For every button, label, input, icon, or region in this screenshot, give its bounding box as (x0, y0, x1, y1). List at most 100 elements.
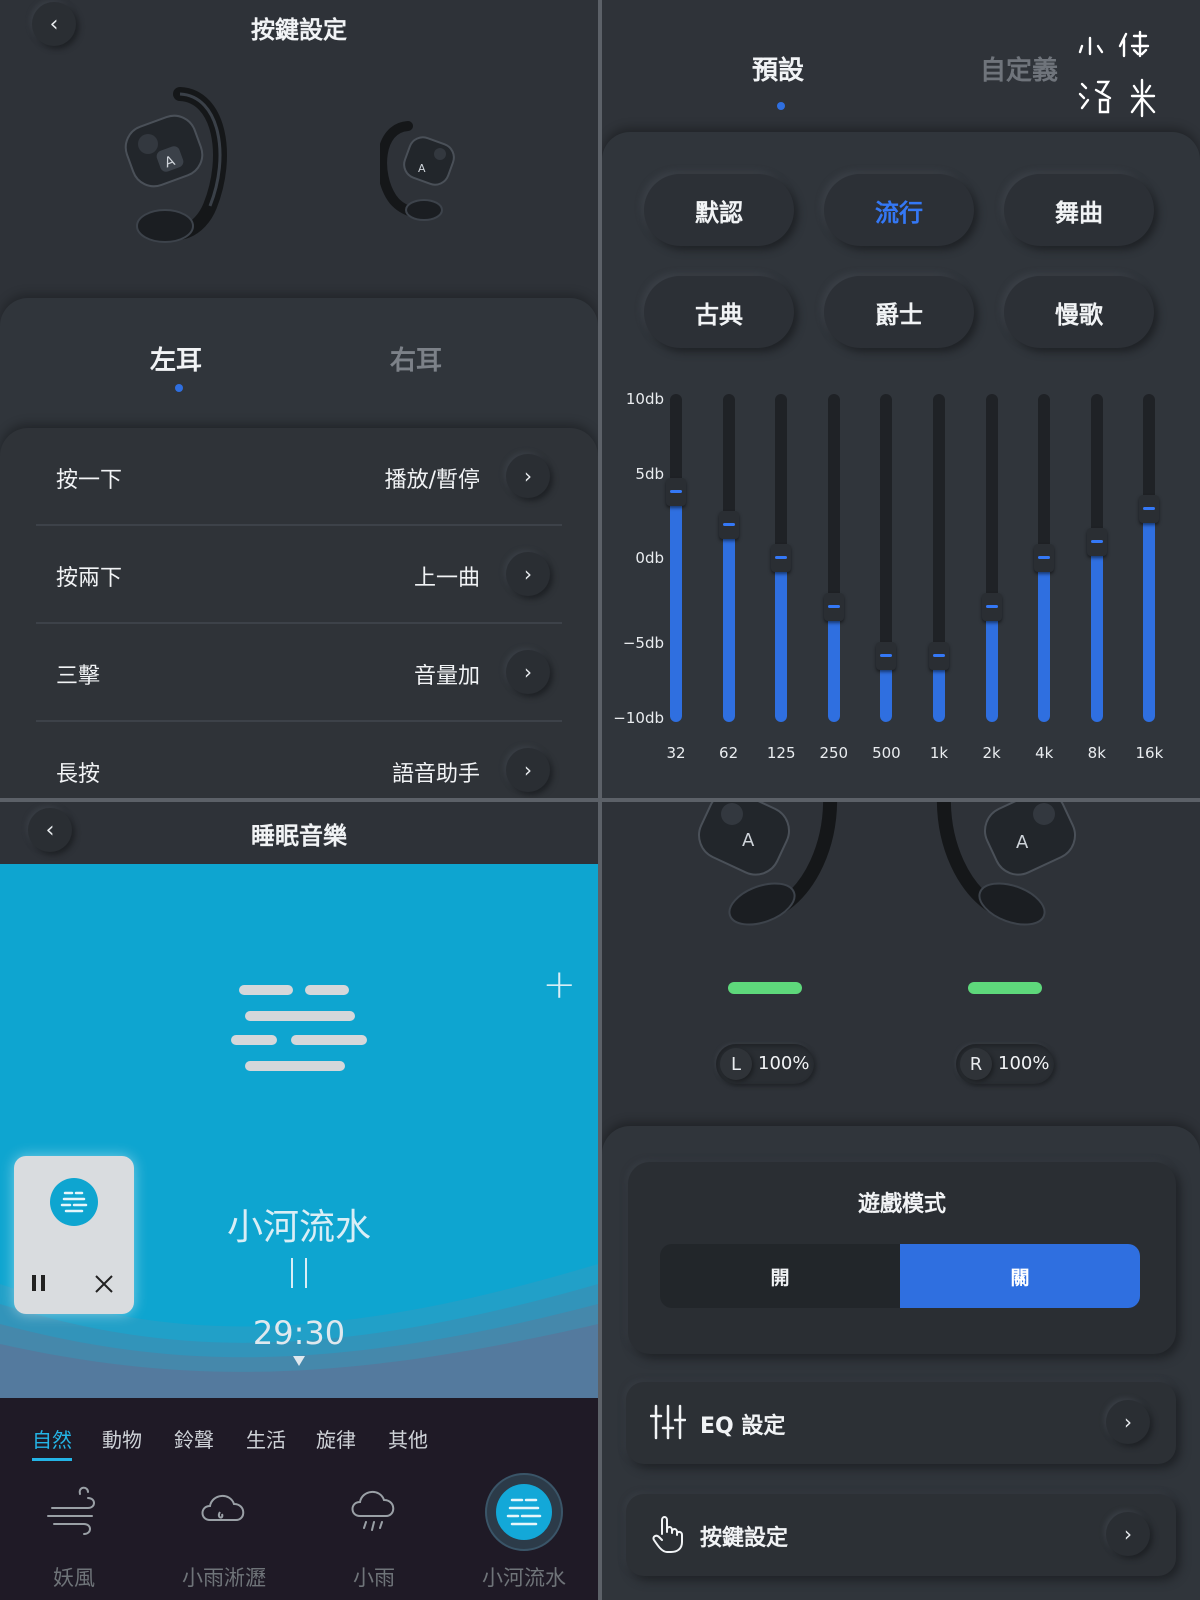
preset-default[interactable]: 默認 (644, 174, 794, 246)
side-badge: L (720, 1048, 752, 1080)
category-tab[interactable]: 自然 (32, 1424, 72, 1453)
active-tab-dot (175, 384, 183, 392)
chevron-right-button[interactable]: › (506, 748, 550, 792)
key-settings-label: 按鍵設定 (700, 1526, 789, 1551)
game-mode-on-option[interactable]: 開 (660, 1244, 900, 1308)
chevron-right-button[interactable]: › (1106, 1400, 1150, 1444)
chevron-right-icon: › (524, 464, 532, 488)
sound-item[interactable] (164, 1468, 284, 1546)
drizzle-cloud-icon (201, 1495, 245, 1521)
chevron-right-icon: › (1124, 1410, 1132, 1434)
wind-icon (47, 1486, 95, 1535)
stream-icon (50, 1178, 98, 1226)
key-settings-item[interactable]: 按鍵設定 › (626, 1494, 1176, 1576)
tab-preset[interactable]: 預設 (752, 50, 804, 87)
key-actions-list: 按一下 播放/暫停 › 按兩下 上一曲 › 三擊 音量加 › 長按 語音助手 › (0, 428, 598, 798)
page-title: 按鍵設定 (251, 16, 347, 44)
sound-item[interactable] (14, 1468, 134, 1546)
preset-pop[interactable]: 流行 (824, 174, 974, 246)
tab-right-ear[interactable]: 右耳 (390, 340, 442, 377)
eq-slider-knob[interactable] (1086, 527, 1107, 556)
eq-slider-knob[interactable] (666, 478, 686, 507)
sliders-icon (650, 1404, 686, 1440)
category-tab[interactable]: 旋律 (316, 1424, 356, 1453)
eq-slider-knob[interactable] (876, 642, 897, 671)
eq-settings-item[interactable]: EQ 設定 › (626, 1382, 1176, 1464)
chevron-right-icon: › (1124, 1522, 1132, 1546)
key-action-value: 語音助手 (391, 762, 480, 787)
controls-panel: 遊戲模式 開 關 EQ 設定 › 按鍵設定 › (602, 1126, 1200, 1600)
stream-icon (231, 985, 367, 1071)
eq-slider-fill (670, 492, 682, 722)
category-tab[interactable]: 生活 (246, 1424, 286, 1453)
close-icon[interactable] (94, 1274, 114, 1294)
db-label: −10db (613, 709, 664, 727)
sound-label: 妖風 (53, 1566, 95, 1590)
svg-text:A: A (418, 162, 426, 175)
preset-classical[interactable]: 古典 (644, 276, 794, 348)
category-tab[interactable]: 其他 (388, 1424, 428, 1453)
freq-label: 500 (872, 744, 901, 762)
right-battery-indicator: R 100% (956, 1044, 1054, 1084)
chevron-right-icon: › (524, 562, 532, 586)
key-action-value: 上一曲 (413, 566, 480, 591)
eq-slider-knob[interactable] (1139, 494, 1160, 523)
eq-slider-knob[interactable] (771, 544, 792, 572)
sleep-music-header: ‹ 睡眠音樂 (0, 802, 598, 864)
tab-custom[interactable]: 自定義 (980, 50, 1058, 87)
key-action-row[interactable]: 按兩下 上一曲 › (36, 526, 562, 624)
eq-settings-label: EQ 設定 (700, 1414, 786, 1439)
eq-slider-fill (1090, 541, 1103, 722)
eq-slider-fill (827, 607, 840, 722)
stream-icon (485, 1473, 563, 1551)
freq-label: 2k (982, 744, 1001, 762)
right-earbud-image: A (936, 802, 1076, 926)
battery-value: 100% (758, 1053, 810, 1074)
eq-slider-knob[interactable] (981, 593, 1002, 622)
pause-icon[interactable] (30, 1274, 48, 1292)
chevron-right-icon: › (524, 660, 532, 684)
eq-slider-knob[interactable] (823, 593, 844, 622)
eq-slider-knob[interactable] (1034, 544, 1055, 572)
tab-left-ear[interactable]: 左耳 (150, 340, 202, 377)
caret-down-icon[interactable] (293, 1356, 305, 1366)
preset-ballad[interactable]: 慢歌 (1004, 276, 1154, 348)
chevron-right-button[interactable]: › (506, 650, 550, 694)
sound-label: 小雨淅瀝 (182, 1566, 266, 1590)
pause-button[interactable] (288, 1256, 310, 1294)
right-earbud-image: A (380, 121, 455, 221)
eq-slider-knob[interactable] (718, 511, 739, 540)
svg-text:A: A (742, 830, 755, 851)
preset-dance[interactable]: 舞曲 (1004, 174, 1154, 246)
key-action-row[interactable]: 按一下 播放/暫停 › (36, 428, 562, 526)
sleep-timer[interactable]: 29:30 (0, 1314, 598, 1352)
mini-player-card[interactable] (14, 1156, 134, 1314)
key-action-row[interactable]: 長按 語音助手 › (36, 722, 562, 798)
active-category-underline (32, 1458, 72, 1461)
chevron-right-button[interactable]: › (1106, 1512, 1150, 1556)
freq-label: 62 (719, 744, 739, 762)
category-tab[interactable]: 動物 (102, 1424, 142, 1453)
rain-cloud-icon (351, 1491, 395, 1531)
battery-value: 100% (998, 1053, 1050, 1074)
svg-text:A: A (1016, 832, 1029, 853)
key-action-row[interactable]: 三擊 音量加 › (36, 624, 562, 722)
sound-item[interactable] (314, 1468, 434, 1546)
chevron-right-button[interactable]: › (506, 454, 550, 498)
eq-slider-knob[interactable] (929, 642, 949, 671)
db-label: 5db (635, 465, 664, 483)
left-battery-bar (728, 982, 802, 994)
add-button[interactable]: + (542, 962, 576, 1008)
game-mode-card: 遊戲模式 開 關 (628, 1162, 1176, 1354)
eq-slider-fill (1038, 558, 1051, 722)
preset-jazz[interactable]: 爵士 (824, 276, 974, 348)
right-battery-bar (968, 982, 1042, 994)
key-settings-screen: ‹ 按鍵設定 A A 左耳 右耳 按一下 播放/暫停 › 按兩下 上一曲 › 三… (0, 0, 598, 798)
chevron-right-button[interactable]: › (506, 552, 550, 596)
sound-item-active[interactable] (464, 1468, 584, 1556)
freq-label: 125 (766, 744, 796, 762)
key-action-value: 音量加 (413, 664, 480, 689)
category-tab[interactable]: 鈴聲 (174, 1424, 214, 1453)
game-mode-off-option[interactable]: 關 (900, 1244, 1140, 1308)
freq-label: 32 (666, 744, 686, 762)
